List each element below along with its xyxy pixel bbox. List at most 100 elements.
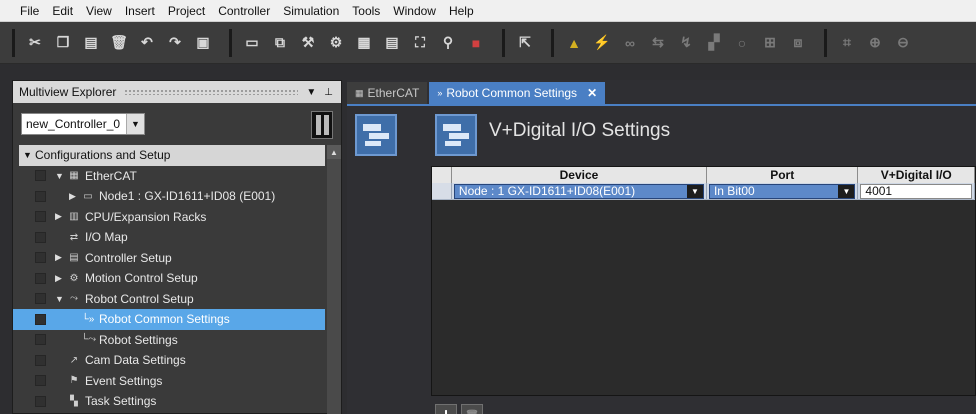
- tree-item[interactable]: ⚑ Event Settings: [13, 371, 325, 392]
- tree-item-marker: [35, 272, 46, 284]
- expand-right-icon[interactable]: ▶: [55, 252, 67, 263]
- delete-row-button[interactable]: 🗑: [461, 404, 483, 414]
- undo-icon[interactable]: ↶: [136, 32, 158, 54]
- tree-item[interactable]: ↗ Cam Data Settings: [13, 350, 325, 371]
- menu-controller[interactable]: Controller: [218, 4, 270, 18]
- chevron-down-icon[interactable]: ▼: [126, 114, 144, 134]
- menu-edit[interactable]: Edit: [52, 4, 73, 18]
- transfer-icon[interactable]: ⇆: [647, 32, 669, 54]
- tree-item[interactable]: ▶ ⚙ Motion Control Setup: [13, 268, 325, 289]
- editor-area: ▦ EtherCAT » Robot Common Settings ✕ V+D…: [347, 80, 976, 414]
- expand-down-icon[interactable]: ▼: [55, 294, 67, 304]
- fit-icon[interactable]: ⌗: [836, 32, 858, 54]
- table-row[interactable]: Node : 1 GX-ID1611+ID08(E001) ▼ In Bit00…: [432, 183, 975, 200]
- row-selector[interactable]: [432, 183, 452, 199]
- tab-ethercat[interactable]: ▦ EtherCAT: [347, 82, 428, 104]
- page-title: V+Digital I/O Settings: [489, 120, 671, 141]
- tree-item[interactable]: ▼ ▦ EtherCAT: [13, 166, 325, 187]
- force-icon[interactable]: ⚡: [591, 32, 613, 54]
- tree-item[interactable]: ▶ ▭ Node1 : GX-ID1611+ID08 (E001): [13, 186, 325, 207]
- tree-item[interactable]: ⇄ I/O Map: [13, 227, 325, 248]
- 3d-view-icon[interactable]: ▭: [241, 32, 263, 54]
- expand-down-icon[interactable]: ▼: [23, 150, 35, 160]
- record-icon[interactable]: ○: [731, 32, 753, 54]
- help-icon[interactable]: ▣: [192, 32, 214, 54]
- port-select[interactable]: In Bit00 ▼: [708, 183, 856, 199]
- toolbar: ✂ ❐ ▤ 🗑 ↶ ↷ ▣ ▭ ⧉ ⚒ ⚙ ▦ ▤ ⛶ ⚲ ■ ⇱ ▲ ⚡ ∞ …: [0, 22, 976, 64]
- tree-item-label: CPU/Expansion Racks: [85, 209, 207, 224]
- tree-item-marker: [35, 375, 46, 387]
- online-icon[interactable]: ⇱: [514, 32, 536, 54]
- tree-item-label: Controller Setup: [85, 250, 172, 265]
- rebuild-icon[interactable]: ⚙: [325, 32, 347, 54]
- menu-view[interactable]: View: [86, 4, 112, 18]
- tree-item[interactable]: ▶ ▥ CPU/Expansion Racks: [13, 207, 325, 228]
- tree-item[interactable]: └⤳ Robot Settings: [13, 330, 325, 351]
- explorer-scrollbar[interactable]: ▲: [327, 145, 341, 414]
- delete-icon[interactable]: 🗑: [108, 32, 130, 54]
- check-icon[interactable]: ▦: [353, 32, 375, 54]
- link-icon[interactable]: ∞: [619, 32, 641, 54]
- tree-item-marker: [35, 231, 46, 243]
- tree-node-icon: └⤳: [81, 334, 97, 346]
- menu-insert[interactable]: Insert: [125, 4, 155, 18]
- v-digital-io-input[interactable]: 4001: [860, 183, 972, 199]
- menu-file[interactable]: File: [20, 4, 39, 18]
- close-icon[interactable]: ✕: [587, 86, 597, 100]
- device-select[interactable]: Node : 1 GX-ID1611+ID08(E001) ▼: [453, 183, 704, 199]
- tree-item[interactable]: ▼ Configurations and Setup: [19, 145, 325, 166]
- digital-io-settings-nav-icon[interactable]: [355, 114, 397, 156]
- find-icon[interactable]: ⚲: [437, 32, 459, 54]
- tree-item-label: Node1 : GX-ID1611+ID08 (E001): [99, 189, 276, 204]
- column-device: Device: [452, 167, 707, 183]
- warning-icon[interactable]: ▲: [563, 32, 585, 54]
- tree-node-icon: └»: [81, 313, 95, 325]
- pin-icon[interactable]: ⊥: [324, 87, 333, 98]
- explorer-tree: ▼ Configurations and Setup ▼ ▦ EtherCAT ▶ ▭ Nod…: [13, 145, 325, 412]
- settings-panel: V+Digital I/O Settings Device Port V+Dig…: [431, 108, 976, 414]
- paste-icon[interactable]: ▤: [80, 32, 102, 54]
- add-row-button[interactable]: +: [435, 404, 457, 414]
- zoom-in-icon[interactable]: ⊕: [864, 32, 886, 54]
- split-view-icon[interactable]: [311, 111, 333, 139]
- compare-icon[interactable]: ⊞: [759, 32, 781, 54]
- tab-robot-common-settings[interactable]: » Robot Common Settings ✕: [429, 82, 606, 104]
- scroll-up-icon[interactable]: ▲: [327, 145, 341, 159]
- tree-item[interactable]: ▚ Task Settings: [13, 391, 325, 412]
- compile-icon[interactable]: ▤: [381, 32, 403, 54]
- cell-device: Node : 1 GX-ID1611+ID08(E001) ▼: [452, 183, 707, 199]
- redo-icon[interactable]: ↷: [164, 32, 186, 54]
- cut-icon[interactable]: ✂: [24, 32, 46, 54]
- dropdown-icon[interactable]: ▼: [306, 87, 316, 98]
- toolbar-group-edit: ✂ ❐ ▤ 🗑 ↶ ↷ ▣: [12, 28, 223, 57]
- step-icon[interactable]: ↯: [675, 32, 697, 54]
- cross-reference-icon[interactable]: ⧉: [269, 32, 291, 54]
- network-icon[interactable]: ⛶: [409, 32, 431, 54]
- menu-help[interactable]: Help: [449, 4, 474, 18]
- tree-item[interactable]: └» Robot Common Settings: [13, 309, 325, 330]
- stop-icon[interactable]: ■: [465, 32, 487, 54]
- controller-select[interactable]: new_Controller_0 ▼: [21, 113, 145, 135]
- expand-right-icon[interactable]: ▶: [69, 191, 81, 202]
- zoom-out-icon[interactable]: ⊖: [892, 32, 914, 54]
- expand-right-icon[interactable]: ▶: [55, 211, 67, 222]
- build-icon[interactable]: ⚒: [297, 32, 319, 54]
- expand-right-icon[interactable]: ▶: [55, 273, 67, 284]
- tree-item[interactable]: ▶ ▤ Controller Setup: [13, 248, 325, 269]
- expand-down-icon[interactable]: ▼: [55, 171, 67, 181]
- chevron-down-icon[interactable]: ▼: [838, 184, 855, 198]
- port-select-value: In Bit00: [713, 184, 755, 198]
- menu-tools[interactable]: Tools: [352, 4, 380, 18]
- monitor-icon[interactable]: ▞: [703, 32, 725, 54]
- chevron-down-icon[interactable]: ▼: [686, 184, 703, 198]
- tree-node-icon: ⤳: [70, 293, 78, 305]
- io-settings-grid: Device Port V+Digital I/O Node : 1 GX-ID…: [431, 166, 976, 396]
- menu-project[interactable]: Project: [168, 4, 205, 18]
- menu-window[interactable]: Window: [393, 4, 436, 18]
- menu-simulation[interactable]: Simulation: [283, 4, 339, 18]
- sync-icon[interactable]: ⧈: [787, 32, 809, 54]
- tree-node-icon: ▚: [70, 395, 78, 407]
- copy-icon[interactable]: ❐: [52, 32, 74, 54]
- tree-item-label: I/O Map: [85, 230, 128, 245]
- tree-item[interactable]: ▼ ⤳ Robot Control Setup: [13, 289, 325, 310]
